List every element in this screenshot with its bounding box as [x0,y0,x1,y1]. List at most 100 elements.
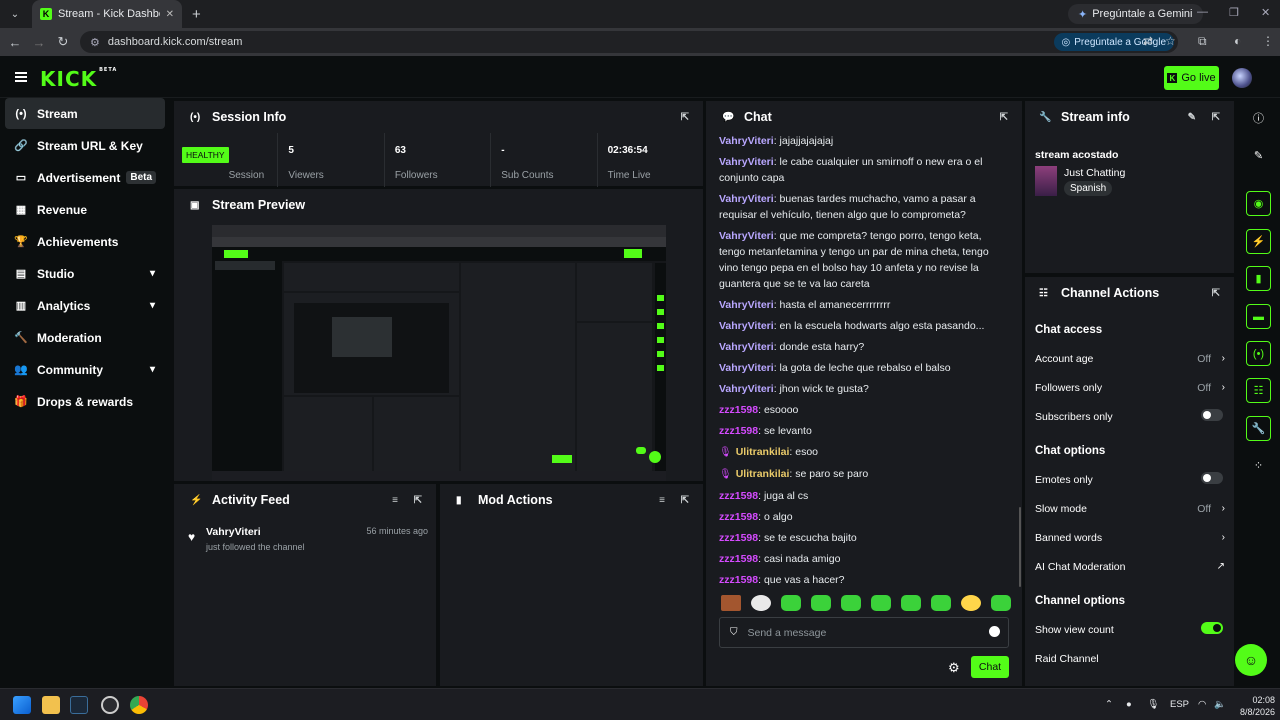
edit-icon[interactable]: ✎ [1188,112,1196,123]
sidebar-item-moderation[interactable]: 🔨 Moderation [5,322,165,353]
wrench-icon[interactable]: 🔧 [1246,416,1271,441]
chat-send-button[interactable]: Chat [971,656,1009,678]
popout-icon[interactable]: ⇱ [1212,288,1220,299]
emoji-picker-icon[interactable] [989,626,1000,637]
stream-preview-video[interactable] [212,225,666,481]
chat-username[interactable]: VahryViteri [719,320,774,332]
bookmark-icon[interactable]: ☆ [1165,34,1176,48]
volume-icon[interactable]: 🔈 [1214,699,1226,710]
ask-google-button[interactable]: ◎ Pregúntale a Google [1053,33,1174,51]
chat-username[interactable]: zzz1598 [719,532,758,544]
chat-icon[interactable]: ▬ [1246,304,1271,329]
chat-username[interactable]: VahryViteri [719,299,774,311]
chat-username[interactable]: Ulitrankilai [736,468,790,480]
popout-icon[interactable]: ⇱ [1000,112,1008,123]
hamburger-menu-icon[interactable] [15,72,27,82]
reload-icon[interactable]: ↻ [51,34,75,50]
category-thumbnail[interactable] [1035,166,1057,196]
url-field[interactable]: ⚙ dashboard.kick.com/stream ◎ Pregúntale… [80,31,1178,53]
extensions-icon[interactable]: ⧉ [1198,34,1207,49]
obs-icon[interactable] [101,696,119,714]
show-view-count-toggle[interactable] [1201,622,1223,634]
raid-channel-row[interactable]: Raid Channel [1035,653,1225,665]
edit-icon[interactable]: ✎ [1246,143,1271,168]
chat-username[interactable]: VahryViteri [719,230,774,242]
banned-words-row[interactable]: Banned words › [1035,532,1225,544]
chat-message-input[interactable]: ⛉ Send a message [719,617,1009,648]
chat-scrollbar[interactable] [1019,507,1021,587]
sidebar-item-drops-rewards[interactable]: 🎁 Drops & rewards [5,386,165,417]
emote-icon[interactable] [811,595,831,611]
translate-icon[interactable]: ⇄ [1143,34,1153,48]
info-icon[interactable]: ⓘ [1246,105,1271,130]
emote-icon[interactable] [901,595,921,611]
chat-username[interactable]: VahryViteri [719,135,774,147]
sidebar-item-achievements[interactable]: 🏆 Achievements [5,226,165,257]
tab-search-icon[interactable]: ⌄ [6,5,24,23]
sidebar-item-analytics[interactable]: ▥ Analytics ▾ [5,290,165,321]
microphone-icon[interactable]: 🎙 [1147,699,1159,710]
site-info-icon[interactable]: ⚙ [90,36,100,49]
emote-icon[interactable] [931,595,951,611]
emote-icon[interactable] [751,595,771,611]
add-widget-icon[interactable]: ⁘ [1246,453,1271,478]
maximize-icon[interactable]: ❐ [1229,6,1239,19]
chrome-icon[interactable] [130,696,148,714]
mod-actions-icon[interactable]: ▮ [1246,266,1271,291]
emote-icon[interactable] [781,595,801,611]
chat-username[interactable]: zzz1598 [719,574,758,585]
minimize-icon[interactable]: — [1197,6,1208,18]
steam-icon[interactable] [70,696,88,714]
sidebar-item-studio[interactable]: ▤ Studio ▾ [5,258,165,289]
chat-username[interactable]: zzz1598 [719,490,758,502]
chat-username[interactable]: Ulitrankilai [736,446,790,458]
chat-username[interactable]: zzz1598 [719,404,758,416]
system-clock[interactable]: 02:08 8/8/2026 [1240,694,1275,718]
sidebar-item-stream[interactable]: (•) Stream [5,98,165,129]
filter-icon[interactable]: ≡ [392,495,398,506]
app-tray-icon[interactable]: ● [1126,699,1132,710]
chat-username[interactable]: zzz1598 [719,511,758,523]
gemini-button[interactable]: ✦ Pregúntale a Gemini [1068,4,1203,24]
file-explorer-icon[interactable] [42,696,60,714]
wifi-icon[interactable]: ◠ [1198,699,1206,710]
chat-username[interactable]: VahryViteri [719,362,774,374]
emote-icon[interactable] [961,595,981,611]
popout-icon[interactable]: ⇱ [414,495,422,506]
new-tab-icon[interactable]: + [192,6,201,23]
sidebar-item-community[interactable]: 👥 Community ▾ [5,354,165,385]
emote-icon[interactable] [841,595,861,611]
windows-start-icon[interactable] [13,696,31,714]
stream-category[interactable]: Just Chatting [1064,167,1125,179]
signal-icon[interactable]: (•) [1246,341,1271,366]
sidebar-item-advertisement[interactable]: ▭ Advertisement Beta [5,162,165,193]
account-age-row[interactable]: Account age Off › [1035,353,1225,365]
chat-username[interactable]: VahryViteri [719,383,774,395]
chat-username[interactable]: zzz1598 [719,553,758,565]
sidebar-item-stream-url-key[interactable]: 🔗 Stream URL & Key [5,130,165,161]
camera-icon[interactable]: ◉ [1246,191,1271,216]
close-tab-icon[interactable]: ✕ [166,9,174,20]
forward-icon[interactable]: → [27,35,51,50]
ai-chat-moderation-row[interactable]: AI Chat Moderation ↗ [1035,561,1225,573]
user-avatar[interactable] [1232,68,1252,88]
menu-icon[interactable]: ⋮ [1262,34,1274,48]
sidebar-item-revenue[interactable]: ▦ Revenue [5,194,165,225]
browser-tab[interactable]: K Stream - Kick Dashboard ✕ [32,0,182,28]
slow-mode-row[interactable]: Slow mode Off › [1035,503,1225,515]
chat-username[interactable]: zzz1598 [719,425,758,437]
go-live-button[interactable]: K Go live [1164,66,1219,90]
popout-icon[interactable]: ⇱ [681,112,689,123]
tray-chevron-icon[interactable]: ⌃ [1105,699,1113,710]
kick-logo[interactable]: KICK BETA [40,67,117,91]
chat-messages[interactable]: VahryViteri: jajajjajajajaj VahryViteri:… [719,133,1007,585]
chat-username[interactable]: VahryViteri [719,341,774,353]
bolt-icon[interactable]: ⚡ [1246,229,1271,254]
help-chat-icon[interactable]: ☺ [1235,644,1267,676]
emote-icon[interactable] [991,595,1011,611]
filter-icon[interactable]: ≡ [659,495,665,506]
channel-actions-icon[interactable]: ☷ [1246,378,1271,403]
popout-icon[interactable]: ⇱ [1212,112,1220,123]
popout-icon[interactable]: ⇱ [681,495,689,506]
emote-icon[interactable] [721,595,741,611]
